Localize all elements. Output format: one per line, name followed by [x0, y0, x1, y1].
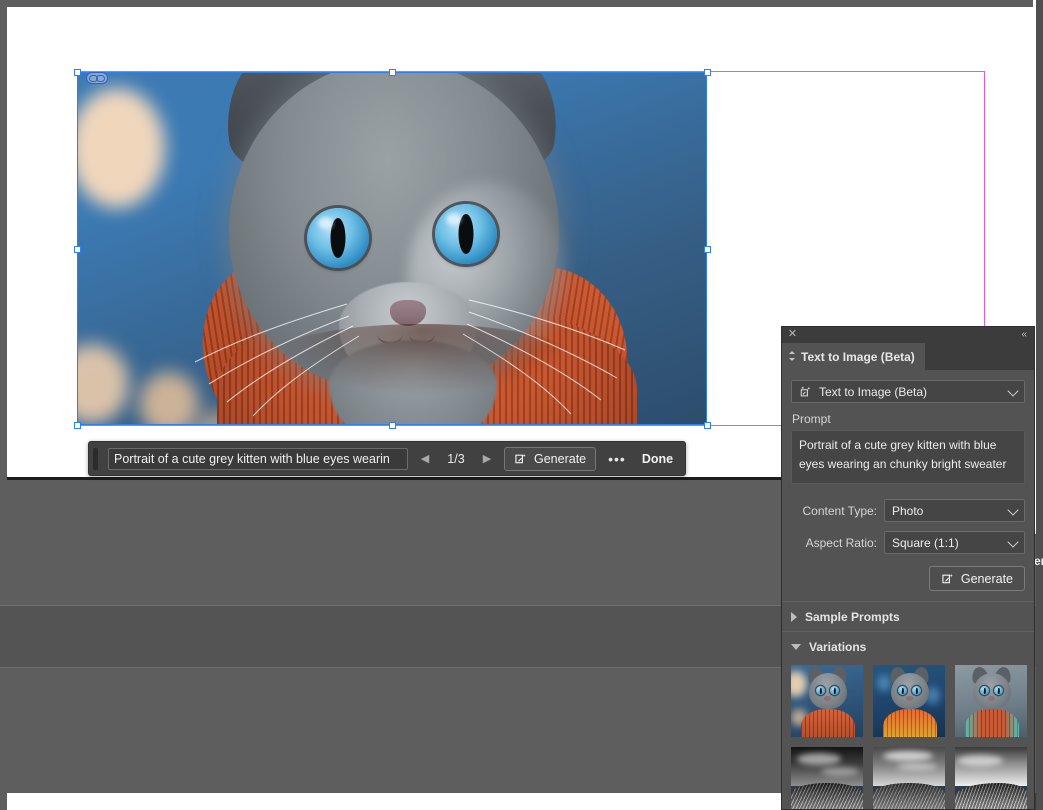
thumb-kitten-nose — [906, 696, 913, 701]
thumb-kitten-nose — [988, 696, 995, 701]
panel-title-bar: ✕ « — [782, 327, 1034, 343]
kitten-eye-right — [435, 204, 497, 264]
thumb-kitten-nose — [824, 696, 831, 701]
collapse-panel-icon[interactable]: « — [1021, 329, 1027, 340]
generative-fill-toolbar[interactable]: Portrait of a cute grey kitten with blue… — [88, 441, 687, 476]
thumb-kitten-head — [809, 673, 847, 709]
thumb-bokeh — [877, 675, 891, 691]
chevron-right-icon — [791, 611, 797, 622]
content-type-label: Content Type: — [802, 503, 878, 518]
content-type-row: Content Type: Photo — [791, 499, 1025, 522]
text-to-image-panel[interactable]: ✕ « Text to Image (Beta) Text to Image (… — [781, 326, 1035, 810]
generated-image-layer[interactable] — [77, 72, 707, 425]
generate-button[interactable]: Generate — [504, 446, 597, 471]
tab-text-to-image[interactable]: Text to Image (Beta) — [782, 343, 925, 370]
panel-generate-button[interactable]: Generate — [928, 566, 1025, 591]
close-icon[interactable]: ✕ — [787, 329, 798, 340]
thumb-ground — [791, 783, 863, 809]
section-variations[interactable]: Variations — [782, 631, 1034, 661]
panel-body: Text to Image (Beta) Prompt Content Type… — [782, 370, 1034, 591]
thumb-cloud — [897, 763, 937, 770]
generate-wand-icon — [514, 452, 528, 466]
aspect-ratio-value: Square (1:1) — [892, 535, 959, 550]
aspect-ratio-select[interactable]: Square (1:1) — [884, 531, 1025, 554]
chevron-down-icon — [1007, 503, 1019, 516]
thumb-ground — [873, 783, 945, 809]
variation-thumbnail[interactable] — [791, 747, 863, 809]
variation-thumbnail[interactable] — [955, 665, 1027, 737]
variation-thumbnail[interactable] — [873, 747, 945, 809]
right-window-edge — [1036, 0, 1043, 810]
thumb-cloud — [957, 755, 1003, 766]
thumb-kitten-eye-right — [830, 686, 839, 695]
generate-wand-icon — [941, 572, 955, 586]
chevron-down-icon — [791, 643, 801, 650]
content-type-select[interactable]: Photo — [884, 499, 1025, 522]
clipped-text-fragment: er — [1034, 554, 1043, 568]
variation-thumbnail[interactable] — [791, 665, 863, 737]
prompt-label: Prompt — [792, 412, 831, 426]
drag-grip[interactable] — [93, 447, 98, 470]
thumb-kitten-eye-left — [816, 686, 825, 695]
content-type-value: Photo — [892, 503, 924, 518]
panel-tab-strip: Text to Image (Beta) — [782, 343, 1034, 370]
module-select-row: Text to Image (Beta) — [791, 380, 1025, 403]
thumb-kitten-eye-left — [980, 686, 989, 695]
collar-shadow — [267, 324, 577, 396]
variation-counter: 1/3 — [447, 451, 465, 466]
thumb-kitten-eye-right — [912, 686, 921, 695]
thumb-kitten-sweater — [883, 709, 937, 737]
text-to-image-icon — [799, 385, 813, 399]
aspect-ratio-row: Aspect Ratio: Square (1:1) — [791, 531, 1025, 554]
thumb-kitten-sweater — [801, 709, 855, 737]
panel-generate-row: Generate — [791, 566, 1025, 591]
variations-label: Variations — [809, 639, 867, 654]
tab-label: Text to Image (Beta) — [801, 349, 915, 364]
thumb-cloud — [821, 767, 859, 776]
thumb-kitten-eye-right — [994, 686, 1003, 695]
sample-prompts-label: Sample Prompts — [805, 609, 900, 624]
variations-grid — [782, 661, 1034, 809]
chevron-down-icon — [1007, 535, 1019, 548]
panel-generate-label: Generate — [960, 571, 1013, 586]
module-select-value: Text to Image (Beta) — [819, 384, 928, 399]
kitten-eye-highlight-right — [446, 213, 461, 225]
thumb-cloud — [883, 751, 933, 761]
module-select[interactable]: Text to Image (Beta) — [791, 380, 1025, 403]
prompt-textarea[interactable] — [791, 430, 1025, 484]
application-window: Portrait of a cute grey kitten with blue… — [0, 0, 1043, 810]
thumb-sky — [955, 747, 1027, 786]
section-sample-prompts[interactable]: Sample Prompts — [782, 601, 1034, 631]
kitten-eye-highlight-left — [318, 217, 333, 229]
thumb-kitten-head — [891, 673, 929, 709]
generate-button-label: Generate — [534, 451, 587, 466]
prompt-input[interactable]: Portrait of a cute grey kitten with blue… — [108, 447, 408, 470]
thumb-cloud — [797, 753, 841, 765]
thumb-ground — [955, 783, 1027, 809]
more-options-button[interactable]: ••• — [604, 451, 630, 467]
thumb-kitten-sweater — [965, 709, 1019, 737]
previous-variation-button[interactable]: ◀ — [416, 448, 434, 470]
kitten-eye-left — [307, 208, 369, 268]
chevron-down-icon — [1007, 384, 1019, 397]
variation-thumbnail[interactable] — [955, 747, 1027, 809]
thumb-kitten-head — [973, 673, 1011, 709]
tab-grip-icon — [788, 351, 796, 362]
done-button[interactable]: Done — [638, 452, 677, 466]
thumb-kitten-eye-left — [898, 686, 907, 695]
variation-thumbnail[interactable] — [873, 665, 945, 737]
next-variation-button[interactable]: ▶ — [478, 448, 496, 470]
aspect-ratio-label: Aspect Ratio: — [805, 535, 877, 550]
